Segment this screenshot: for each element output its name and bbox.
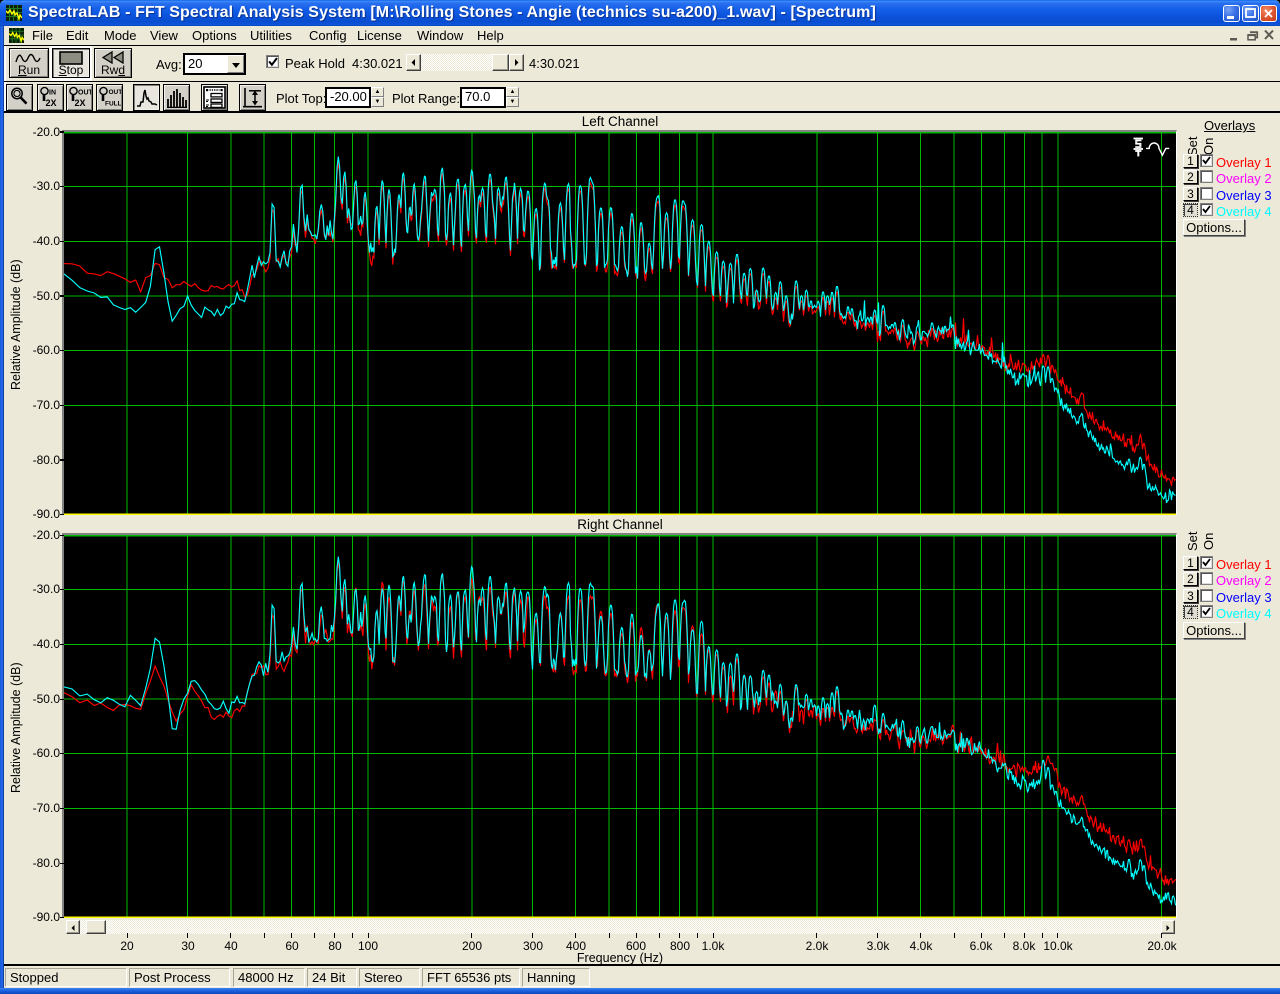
svg-text:2X: 2X [46,98,57,107]
svg-text:IN: IN [49,90,56,97]
svg-text:2X: 2X [75,98,86,107]
svg-text:OUT: OUT [109,89,122,96]
svg-text:FULL: FULL [105,101,121,108]
svg-text:OUT: OUT [78,90,91,97]
